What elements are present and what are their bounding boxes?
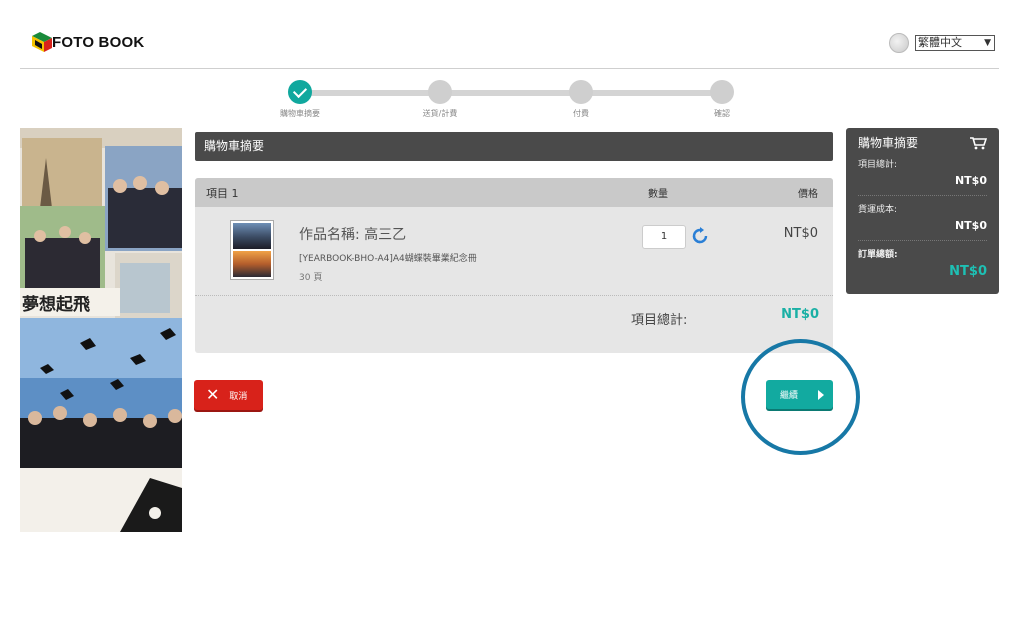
close-icon: ✕ (206, 385, 220, 404)
thumbnail-cover-bottom (233, 251, 271, 277)
highlight-ring (741, 339, 860, 455)
col-qty-header: 數量 (648, 189, 668, 200)
product-pages: 30 頁 (299, 273, 323, 283)
product-code: [YEARBOOK-BHO-A4]A4蝴蝶裝畢業紀念冊 (299, 254, 477, 264)
quantity-input[interactable]: 1 (642, 225, 686, 249)
logo-mark-icon (32, 32, 52, 52)
product-thumbnail[interactable] (230, 220, 274, 280)
cart-title-bar: 購物車摘要 (195, 132, 833, 161)
step-confirm: 確認 (692, 78, 752, 119)
summary-order-total-label: 訂單總額: (858, 250, 898, 260)
cart-main: 購物車摘要 項目 1 數量 價格 作品名稱: 高三乙 [YEARBOOK-BHO… (195, 132, 833, 353)
product-name: 作品名稱: 高三乙 (299, 227, 407, 243)
summary-items-total-value: NT$0 (954, 174, 987, 187)
cancel-button[interactable]: ✕ 取消 (194, 380, 263, 410)
step-label: 付費 (573, 109, 589, 118)
check-icon (288, 80, 312, 104)
step-dot (569, 80, 593, 104)
refresh-icon[interactable] (692, 227, 708, 245)
cancel-button-label: 取消 (229, 391, 248, 402)
thumbnail-cover-top (233, 223, 271, 249)
summary-shipping: 貨運成本: NT$0 (858, 196, 987, 241)
globe-icon (889, 33, 909, 53)
site-header: FOTO BOOK 繁體中文 ▼ (20, 0, 999, 69)
step-dot (428, 80, 452, 104)
summary-title: 購物車摘要 (858, 136, 919, 150)
summary-header: 購物車摘要 (858, 134, 987, 151)
row-divider (195, 295, 833, 296)
promo-banner-image: 夢想起飛 (20, 128, 182, 532)
step-shipping-billing: 送貨/計費 (410, 78, 470, 119)
language-select[interactable]: 繁體中文 ▼ (915, 35, 995, 51)
step-dot (710, 80, 734, 104)
banner-text: 夢想起飛 (22, 294, 90, 315)
step-cart-summary: 購物車摘要 (270, 78, 330, 119)
logo-text: FOTO BOOK (52, 33, 145, 51)
checkout-progress: 購物車摘要 送貨/計費 付費 確認 (270, 78, 750, 123)
language-selected-value: 繁體中文 (918, 36, 962, 49)
cart-title: 購物車摘要 (204, 139, 265, 153)
progress-track (300, 90, 722, 96)
summary-shipping-label: 貨運成本: (858, 205, 898, 215)
summary-shipping-value: NT$0 (954, 219, 987, 232)
col-price-header: 價格 (798, 189, 818, 200)
cart-item-panel: 項目 1 數量 價格 作品名稱: 高三乙 [YEARBOOK-BHO-A4]A4… (195, 178, 833, 353)
step-payment: 付費 (551, 78, 611, 119)
cart-table-header: 項目 1 數量 價格 (195, 178, 833, 207)
summary-items-total-label: 項目總計: (858, 160, 898, 170)
graduation-collage-image: 夢想起飛 (20, 128, 182, 532)
item-price: NT$0 (783, 226, 818, 241)
col-item-header: 項目 1 (206, 186, 239, 200)
language-switcher: 繁體中文 ▼ (889, 33, 995, 53)
item-total-label: 項目總計: (631, 313, 688, 328)
order-summary-panel: 購物車摘要 項目總計: NT$0 貨運成本: NT$0 訂單總額: NT$0 (846, 128, 999, 294)
chevron-down-icon: ▼ (984, 38, 991, 48)
item-total-value: NT$0 (781, 307, 819, 322)
summary-items-total: 項目總計: NT$0 (858, 151, 987, 196)
summary-order-total: 訂單總額: NT$0 (858, 241, 987, 287)
step-label: 確認 (714, 109, 730, 118)
summary-order-total-value: NT$0 (949, 264, 987, 279)
step-label: 購物車摘要 (280, 109, 320, 118)
foto-book-logo[interactable]: FOTO BOOK (32, 32, 144, 52)
step-label: 送貨/計費 (422, 109, 458, 118)
cart-icon (970, 136, 987, 149)
